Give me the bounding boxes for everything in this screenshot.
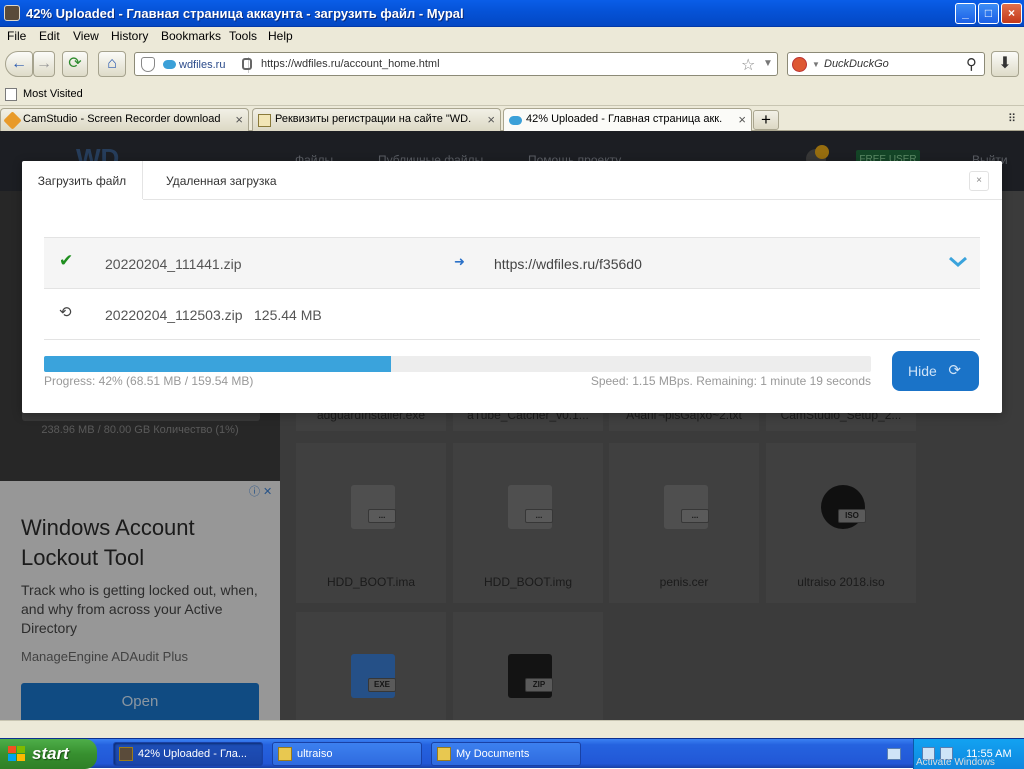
- chevron-down-icon[interactable]: [946, 250, 970, 274]
- minimize-button[interactable]: _: [955, 3, 976, 24]
- tab-label: Реквизиты регистрации на сайте "WD...: [275, 113, 472, 125]
- duckduckgo-icon[interactable]: [792, 57, 807, 72]
- system-tray: 11:55 AM Activate Windows: [913, 739, 1024, 769]
- tab-list-icon[interactable]: ⠿: [1008, 112, 1016, 125]
- arrow-right-icon: ➜: [454, 254, 465, 269]
- window-title: 42% Uploaded - Главная страница аккаунта…: [26, 6, 464, 21]
- taskbar-button-my-documents[interactable]: My Documents: [431, 742, 581, 766]
- start-button[interactable]: start: [0, 739, 97, 769]
- menu-file[interactable]: File: [7, 29, 26, 43]
- download-icon[interactable]: ⬇: [991, 51, 1019, 77]
- uploaded-file-name: 20220204_111441.zip: [105, 256, 242, 272]
- taskbar-button-ultraiso[interactable]: ultraiso: [272, 742, 422, 766]
- url-text[interactable]: https://wdfiles.ru/account_home.html: [261, 58, 440, 70]
- taskbar: start 42% Uploaded - Гла... ultraiso My …: [0, 738, 1024, 769]
- cloud-icon: [509, 116, 522, 125]
- speed-remaining-text: Speed: 1.15 MBps. Remaining: 1 minute 19…: [590, 374, 871, 388]
- camstudio-icon: [3, 111, 22, 130]
- taskbar-label: ultraiso: [297, 748, 333, 760]
- menu-history[interactable]: History: [111, 29, 148, 43]
- folder-icon: [437, 747, 451, 761]
- bookmark-page-icon: [5, 88, 17, 101]
- upload-row-in-progress: ⟲ 20220204_112503.zip 125.44 MB: [44, 289, 980, 340]
- search-input[interactable]: DuckDuckGo: [824, 58, 889, 70]
- close-window-button[interactable]: ×: [1001, 3, 1022, 24]
- window-titlebar: 42% Uploaded - Главная страница аккаунта…: [0, 0, 1024, 27]
- menu-tools[interactable]: Tools: [229, 29, 257, 43]
- uploading-file-name: 20220204_112503.zip: [105, 307, 243, 323]
- tab-label: CamStudio - Screen Recorder download |..…: [23, 113, 220, 125]
- taskbar-button-browser[interactable]: 42% Uploaded - Гла...: [113, 742, 263, 766]
- tab-close-icon[interactable]: ×: [738, 112, 746, 127]
- upload-modal: Загрузить файл Удаленная загрузка × ✔ 20…: [22, 161, 1002, 413]
- tab-upload-file[interactable]: Загрузить файл: [22, 161, 143, 199]
- search-bar[interactable]: ▼ DuckDuckGo ⚲: [787, 52, 985, 76]
- reload-button[interactable]: ⟳: [62, 51, 88, 77]
- tab-strip: CamStudio - Screen Recorder download |..…: [0, 106, 1024, 132]
- tab-close-icon[interactable]: ×: [487, 112, 495, 127]
- back-button[interactable]: ←: [5, 51, 33, 77]
- tab-wdfiles-upload[interactable]: 42% Uploaded - Главная страница акк... ×: [503, 108, 752, 132]
- cloud-icon: [163, 60, 176, 69]
- forward-button[interactable]: →: [33, 51, 55, 77]
- tab-camstudio[interactable]: CamStudio - Screen Recorder download |..…: [0, 108, 249, 131]
- tab-label: 42% Uploaded - Главная страница акк...: [526, 113, 723, 125]
- windows-logo-icon: [8, 746, 25, 761]
- hide-button-label: Hide: [908, 363, 937, 379]
- start-label: start: [32, 744, 69, 763]
- lock-icon: [242, 58, 252, 70]
- progress-text: Progress: 42% (68.51 MB / 159.54 MB): [44, 374, 254, 388]
- tab-wd-requisites[interactable]: Реквизиты регистрации на сайте "WD... ×: [252, 108, 501, 131]
- menu-bookmarks[interactable]: Bookmarks: [161, 29, 221, 43]
- menu-bar: File Edit View History Bookmarks Tools H…: [0, 27, 1024, 46]
- hide-button[interactable]: Hide ⟳: [892, 351, 979, 391]
- star-bookmark-icon[interactable]: ☆: [741, 55, 755, 75]
- site-identity[interactable]: wdfiles.ru: [161, 57, 249, 73]
- bookmarks-toolbar: Most Visited: [0, 84, 1024, 106]
- modal-tab-divider: [143, 199, 1002, 200]
- refresh-icon: ⟳: [948, 362, 961, 379]
- dropdown-arrow-icon[interactable]: ▼: [763, 58, 773, 69]
- mail-icon: [258, 114, 271, 127]
- file-share-link[interactable]: https://wdfiles.ru/f356d0: [494, 256, 642, 272]
- progress-bar-fill: [44, 356, 392, 372]
- modal-close-button[interactable]: ×: [969, 171, 989, 191]
- maximize-button[interactable]: □: [978, 3, 999, 24]
- status-bar: [0, 720, 1024, 738]
- tab-close-icon[interactable]: ×: [235, 112, 243, 127]
- keyboard-icon[interactable]: [887, 748, 901, 760]
- menu-view[interactable]: View: [73, 29, 99, 43]
- progress-bar-track: [44, 356, 871, 372]
- url-bar[interactable]: wdfiles.ru https://wdfiles.ru/account_ho…: [134, 52, 778, 76]
- taskbar-label: My Documents: [456, 748, 530, 760]
- new-tab-button[interactable]: +: [753, 110, 779, 130]
- file-size: 125.44 MB: [254, 307, 322, 323]
- navigation-bar: ← → ⟳ ⌂ wdfiles.ru https://wdfiles.ru/ac…: [0, 46, 1024, 84]
- search-icon[interactable]: ⚲: [966, 55, 977, 73]
- taskbar-label: 42% Uploaded - Гла...: [138, 748, 247, 760]
- shield-icon[interactable]: [141, 57, 155, 72]
- mypal-app-icon: [4, 5, 20, 21]
- menu-help[interactable]: Help: [268, 29, 293, 43]
- most-visited-bookmark[interactable]: Most Visited: [23, 88, 83, 100]
- mypal-icon: [119, 747, 133, 761]
- upload-row-complete: ✔ 20220204_111441.zip ➜ https://wdfiles.…: [44, 237, 980, 289]
- sync-icon: ⟲: [59, 304, 72, 321]
- home-button[interactable]: ⌂: [98, 51, 126, 77]
- activate-windows-text: Activate Windows: [916, 757, 995, 768]
- tab-remote-upload[interactable]: Удаленная загрузка: [166, 161, 277, 199]
- menu-edit[interactable]: Edit: [39, 29, 60, 43]
- search-engine-dropdown-icon[interactable]: ▼: [812, 60, 820, 69]
- check-icon: ✔: [59, 251, 74, 270]
- folder-icon: [278, 747, 292, 761]
